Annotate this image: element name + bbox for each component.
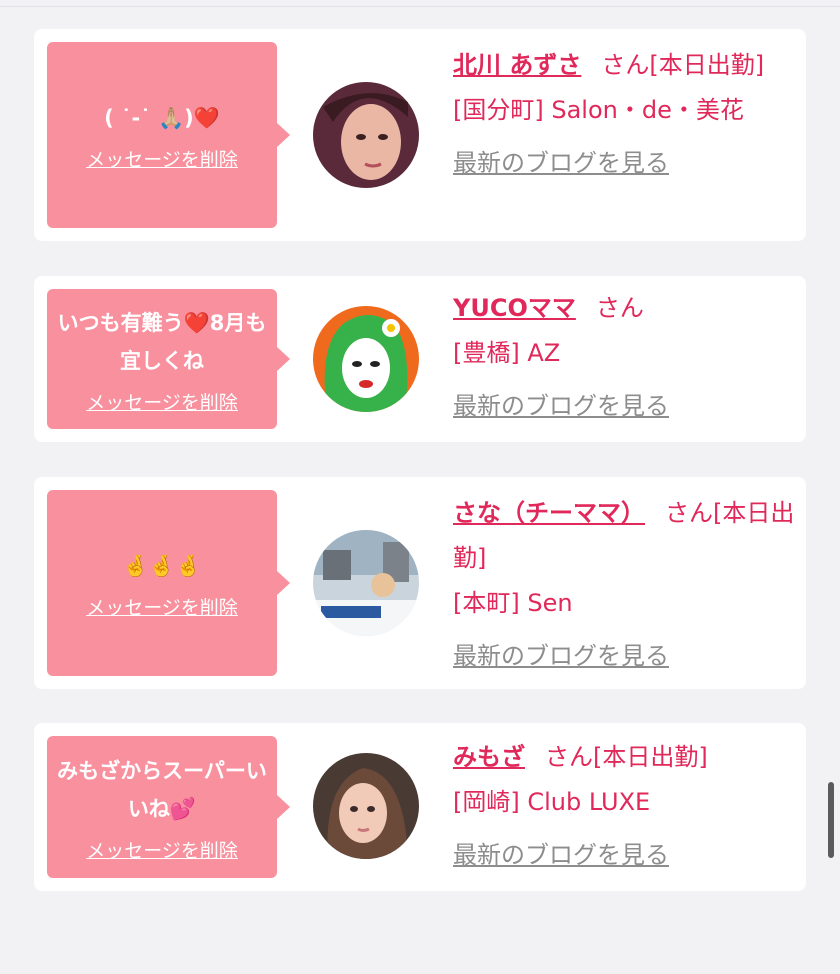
message-card-3: 🤞🤞🤞 メッセージを削除 さな（チーママ） さん[本日出勤] [本町] Sen 最… [34, 477, 806, 689]
message-card-2: いつも有難う❤️8月も宜しくね メッセージを削除 YUCOママ さん [豊橋] A… [34, 276, 806, 442]
avatar[interactable] [313, 82, 419, 188]
work-status: [本日出勤] [593, 743, 708, 771]
message-bubble: いつも有難う❤️8月も宜しくね メッセージを削除 [47, 289, 290, 429]
cast-name-link[interactable]: 北川 あずさ [453, 51, 581, 79]
top-divider [0, 6, 840, 7]
message-bubble: 🤞🤞🤞 メッセージを削除 [47, 490, 290, 676]
message-text: ( ˙-˙ 🙏🏼)❤️ [104, 105, 220, 130]
cast-info: YUCOママ さん [豊橋] AZ 最新のブログを見る [453, 286, 797, 429]
honorific: さん [665, 499, 713, 527]
honorific: さん [595, 294, 644, 322]
latest-blog-link[interactable]: 最新のブログを見る [453, 141, 669, 186]
delete-message-link[interactable]: メッセージを削除 [86, 388, 238, 415]
shop-name: [本町] Sen [453, 589, 573, 617]
avatar[interactable] [313, 753, 419, 859]
message-bubble: ( ˙-˙ 🙏🏼)❤️ メッセージを削除 [47, 42, 290, 228]
cast-info: みもざ さん[本日出勤] [岡崎] Club LUXE 最新のブログを見る [453, 735, 797, 878]
honorific: さん [601, 51, 650, 79]
shop-name: [豊橋] AZ [453, 339, 561, 367]
latest-blog-link[interactable]: 最新のブログを見る [453, 833, 669, 878]
avatar-photo-icon [313, 82, 419, 188]
work-status: [本日出勤] [649, 51, 765, 79]
avatar-illustration-icon [313, 306, 419, 412]
shop-name: [国分町] Salon・de・美花 [453, 96, 744, 124]
message-card-1: ( ˙-˙ 🙏🏼)❤️ メッセージを削除 北川 あずさ さん[本日出勤] [国分町… [34, 29, 806, 241]
avatar[interactable] [313, 530, 419, 636]
avatar[interactable] [313, 306, 419, 412]
honorific: さん [545, 743, 593, 771]
cast-name-link[interactable]: YUCOママ [453, 294, 576, 322]
scrollbar-thumb[interactable] [828, 782, 834, 858]
cast-info: さな（チーママ） さん[本日出勤] [本町] Sen 最新のブログを見る [453, 491, 797, 679]
shop-name: [岡崎] Club LUXE [453, 788, 651, 816]
message-card-4: みもざからスーパーいいね💕 メッセージを削除 みもざ さん[本日出勤] [岡崎] … [34, 723, 806, 891]
message-bubble: みもざからスーパーいいね💕 メッセージを削除 [47, 736, 290, 878]
cast-info: 北川 あずさ さん[本日出勤] [国分町] Salon・de・美花 最新のブログを… [453, 43, 797, 186]
message-text: 🤞🤞🤞 [122, 553, 202, 578]
cast-name-link[interactable]: さな（チーママ） [453, 499, 645, 527]
latest-blog-link[interactable]: 最新のブログを見る [453, 634, 669, 679]
delete-message-link[interactable]: メッセージを削除 [86, 145, 238, 172]
avatar-photo-icon [313, 753, 419, 859]
cast-name-link[interactable]: みもざ [453, 743, 525, 771]
delete-message-link[interactable]: メッセージを削除 [86, 593, 238, 620]
message-text: いつも有難う❤️8月も宜しくね [57, 310, 267, 373]
message-text: みもざからスーパーいいね💕 [57, 758, 267, 821]
avatar-photo-icon [313, 530, 419, 636]
delete-message-link[interactable]: メッセージを削除 [86, 836, 238, 863]
latest-blog-link[interactable]: 最新のブログを見る [453, 384, 669, 429]
